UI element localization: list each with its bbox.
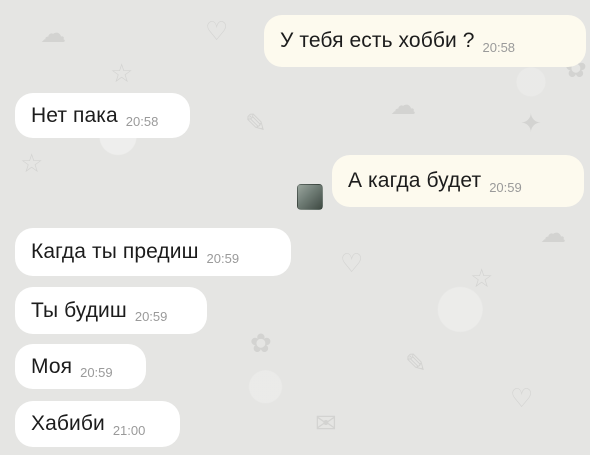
outgoing-message[interactable]: У тебя есть хобби ? 20:58 (264, 15, 586, 67)
message-text: Моя (31, 354, 73, 378)
pattern-flower-icon: ✿ (250, 328, 272, 358)
message-text: Кагда ты предиш (31, 240, 199, 263)
pattern-pencil-icon: ✎ (405, 348, 427, 378)
message-time: 20:58 (125, 114, 159, 129)
pattern-star-icon: ☆ (110, 58, 134, 88)
pattern-heart-icon: ♡ (510, 383, 534, 413)
message-time: 20:58 (482, 39, 516, 55)
incoming-message[interactable]: Ты будиш 20:59 (15, 287, 207, 334)
message-text: Хабиби (31, 412, 105, 435)
incoming-message[interactable]: Хабиби 21:00 (15, 401, 180, 447)
pattern-pencil-icon: ✎ (245, 108, 267, 138)
pattern-cloud-icon: ☁ (390, 90, 416, 120)
seen-thumbnail-icon[interactable] (297, 184, 323, 210)
incoming-message[interactable]: Нет пака 20:58 (15, 93, 190, 138)
pattern-heart-icon: ♡ (340, 248, 364, 278)
pattern-star-icon: ☆ (470, 263, 494, 293)
message-time: 21:00 (112, 422, 146, 438)
outgoing-message[interactable]: А кагда будет 20:59 (332, 155, 584, 207)
incoming-message[interactable]: Моя 20:59 (15, 344, 146, 389)
message-time: 20:59 (489, 179, 522, 195)
message-text: У тебя есть хобби ? (280, 29, 475, 52)
incoming-message[interactable]: Кагда ты предиш 20:59 (15, 228, 291, 276)
message-time: 20:59 (206, 250, 240, 266)
message-time: 20:59 (134, 309, 168, 324)
pattern-cloud-icon: ☁ (40, 18, 66, 48)
pattern-star-icon: ☆ (20, 148, 44, 178)
message-time: 20:59 (80, 365, 113, 380)
message-text: А кагда будет (348, 169, 482, 192)
pattern-heart-icon: ♡ (205, 16, 229, 46)
pattern-cloud-icon: ☁ (540, 218, 566, 248)
message-text: Нет пака (31, 103, 118, 127)
pattern-mail-icon: ✉ (315, 408, 337, 438)
pattern-star-icon: ✦ (520, 108, 542, 138)
message-text: Ты будиш (31, 298, 127, 322)
